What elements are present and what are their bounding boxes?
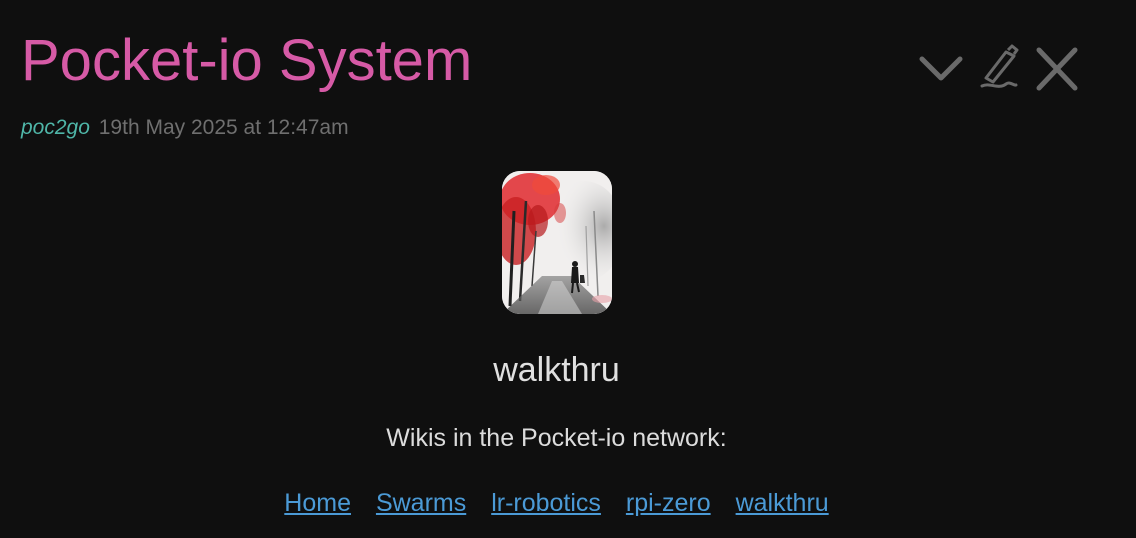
tiddler-page: Pocket-io System poc2go 19th May 2025 at…: [0, 0, 1136, 538]
link-lr-robotics[interactable]: lr-robotics: [491, 489, 601, 517]
modified-date: 19th May 2025 at 12:47am: [98, 116, 349, 139]
author-link[interactable]: poc2go: [21, 116, 90, 139]
page-title: Pocket-io System: [21, 28, 473, 93]
link-rpi-zero[interactable]: rpi-zero: [626, 489, 711, 517]
edit-button[interactable]: [976, 44, 1026, 94]
close-icon: [1032, 44, 1082, 94]
wiki-image: [502, 171, 612, 314]
link-home[interactable]: Home: [284, 489, 351, 517]
wiki-links: Home Swarms lr-robotics rpi-zero walkthr…: [0, 486, 1113, 520]
pencil-icon: [976, 44, 1026, 94]
wiki-name: walkthru: [493, 351, 620, 389]
chevron-down-icon: [916, 44, 966, 94]
close-button[interactable]: [1032, 44, 1082, 94]
watercolor-walker-image: [502, 171, 612, 314]
link-swarms[interactable]: Swarms: [376, 489, 466, 517]
link-walkthru[interactable]: walkthru: [736, 489, 829, 517]
tiddler-meta: poc2go 19th May 2025 at 12:47am: [21, 115, 349, 141]
more-button[interactable]: [916, 44, 966, 94]
network-caption: Wikis in the Pocket-io network:: [386, 424, 727, 452]
